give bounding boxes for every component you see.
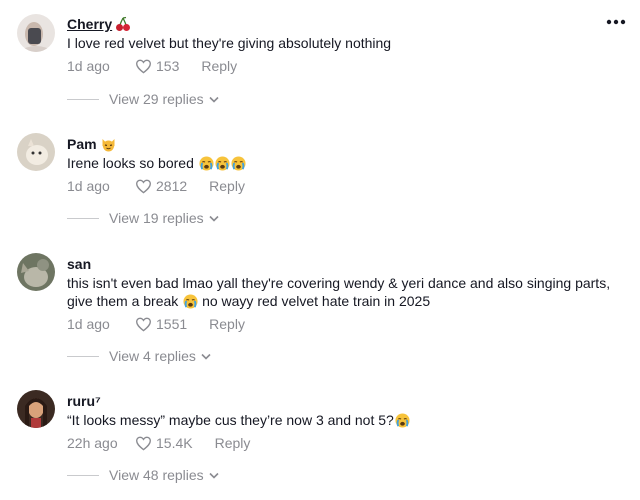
comments-panel: Cherry I love red velvet but they're giv… xyxy=(0,0,640,500)
crying-face-icon xyxy=(395,413,410,428)
avatar[interactable] xyxy=(17,14,55,52)
reply-button[interactable]: Reply xyxy=(215,435,251,451)
like-button[interactable]: 1551 xyxy=(135,316,187,332)
crying-face-icon xyxy=(199,156,214,171)
comment-author[interactable]: Pam xyxy=(67,135,628,153)
username[interactable]: san xyxy=(67,255,91,273)
comment-text: this isn't even bad lmao yall they're co… xyxy=(67,274,628,310)
divider-line xyxy=(67,355,99,357)
username[interactable]: Cherry xyxy=(67,15,112,33)
like-button[interactable]: 15.4K xyxy=(135,435,193,451)
comment-text-line: give them a break xyxy=(67,293,179,309)
chevron-down-icon xyxy=(209,96,219,103)
chevron-down-icon xyxy=(209,472,219,479)
view-replies-button[interactable]: View 29 replies xyxy=(67,91,219,107)
comment-text-content: Irene looks so bored xyxy=(67,155,194,171)
comment-text-line: this isn't even bad lmao yall they're co… xyxy=(67,275,611,291)
username[interactable]: ruru⁷ xyxy=(67,392,101,410)
comment-text: Irene looks so bored xyxy=(67,154,628,172)
comment-author[interactable]: Cherry xyxy=(67,15,628,33)
heart-icon xyxy=(135,179,152,194)
view-replies-label[interactable]: View 19 replies xyxy=(109,210,204,226)
comment-time: 22h ago xyxy=(67,435,118,451)
view-replies-button[interactable]: View 4 replies xyxy=(67,348,211,364)
comment-author[interactable]: san xyxy=(67,255,628,273)
comment-author[interactable]: ruru⁷ xyxy=(67,392,628,410)
like-count: 153 xyxy=(156,58,180,74)
crying-face-icon xyxy=(183,294,198,309)
view-replies-button[interactable]: View 48 replies xyxy=(67,467,219,483)
heart-icon xyxy=(135,317,152,332)
heart-icon xyxy=(135,436,152,451)
reply-button[interactable]: Reply xyxy=(201,58,237,74)
view-replies-button[interactable]: View 19 replies xyxy=(67,210,219,226)
divider-line xyxy=(67,217,99,219)
crying-face-icon xyxy=(215,156,230,171)
crying-face-icon xyxy=(231,156,246,171)
like-count: 15.4K xyxy=(156,435,193,451)
divider-line xyxy=(67,474,99,476)
comment-time: 1d ago xyxy=(67,316,110,332)
like-button[interactable]: 2812 xyxy=(135,178,187,194)
like-count: 1551 xyxy=(156,316,188,332)
avatar[interactable] xyxy=(17,253,55,291)
comment-text-content: “It looks messy” maybe cus they’re now 3… xyxy=(67,412,394,428)
cat-face-icon xyxy=(102,139,115,152)
comment-text: I love red velvet but they're giving abs… xyxy=(67,35,392,51)
reply-button[interactable]: Reply xyxy=(209,178,245,194)
cherries-icon xyxy=(116,16,131,31)
avatar[interactable] xyxy=(17,390,55,428)
heart-icon xyxy=(135,59,152,74)
comment-text: “It looks messy” maybe cus they’re now 3… xyxy=(67,411,628,429)
avatar[interactable] xyxy=(17,133,55,171)
view-replies-label[interactable]: View 29 replies xyxy=(109,91,204,107)
comment-time: 1d ago xyxy=(67,178,110,194)
view-replies-label[interactable]: View 4 replies xyxy=(109,348,196,364)
comment-text-line: no wayy red velvet hate train in 2025 xyxy=(202,293,431,309)
username[interactable]: Pam xyxy=(67,135,97,153)
like-count: 2812 xyxy=(156,178,188,194)
divider-line xyxy=(67,98,99,100)
view-replies-label[interactable]: View 48 replies xyxy=(109,467,204,483)
reply-button[interactable]: Reply xyxy=(209,316,245,332)
chevron-down-icon xyxy=(209,215,219,222)
like-button[interactable]: 153 xyxy=(135,58,179,74)
comment-time: 1d ago xyxy=(67,58,110,74)
chevron-down-icon xyxy=(201,353,211,360)
